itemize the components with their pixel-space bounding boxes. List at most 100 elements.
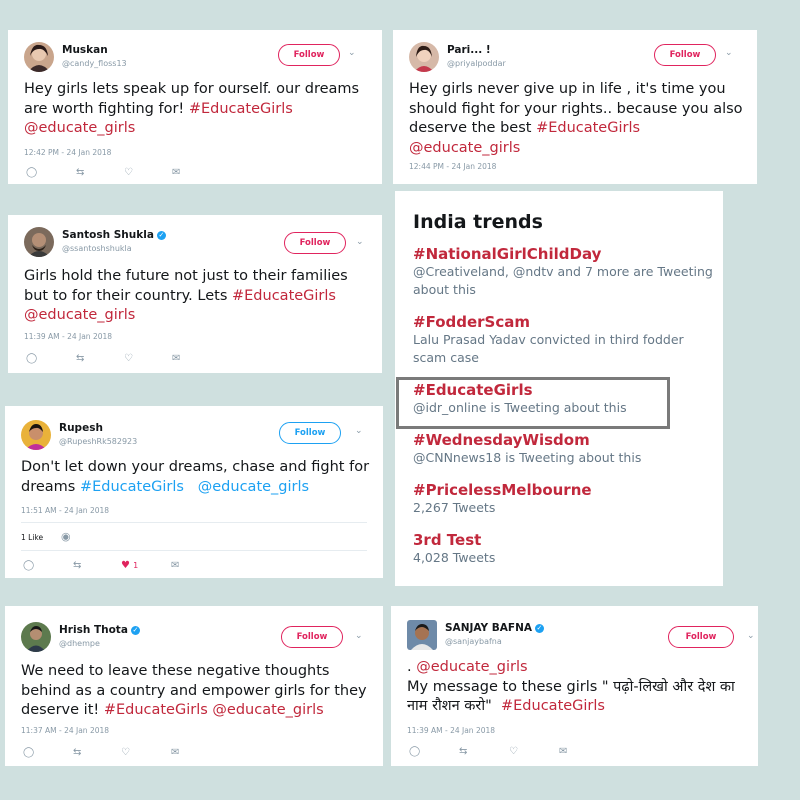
tweet-timestamp[interactable]: 11:37 AM - 24 Jan 2018 xyxy=(21,726,109,735)
avatar[interactable] xyxy=(24,42,54,72)
tweet-text: Girls hold the future not just to their … xyxy=(24,268,348,323)
mention-link[interactable]: @educate_girls xyxy=(409,140,520,156)
user-name[interactable]: Muskan xyxy=(62,44,108,56)
user-handle[interactable]: @priyalpoddar xyxy=(447,59,506,68)
tweet-header: Hrish Thota ✓ @dhempe Follow ⌄ xyxy=(21,622,371,654)
tweet-timestamp[interactable]: 11:51 AM - 24 Jan 2018 xyxy=(21,506,109,515)
hashtag-link[interactable]: #EducateGirls xyxy=(104,702,208,718)
like-icon[interactable]: ♡ xyxy=(509,746,518,757)
trend-context: 2,267 Tweets xyxy=(413,500,496,515)
trend-name[interactable]: #FodderScam xyxy=(413,313,713,331)
retweet-icon[interactable]: ⇆ xyxy=(459,746,467,757)
chevron-down-icon[interactable]: ⌄ xyxy=(725,48,735,58)
tweet-header: Pari... ! @priyalpoddar Follow ⌄ xyxy=(409,42,745,74)
mention-link[interactable]: @educate_girls xyxy=(198,479,309,495)
mention-link[interactable]: @educate_girls xyxy=(24,120,135,136)
tweet-actions: ◯ ⇆ ♡ ✉ xyxy=(409,746,609,758)
liker-avatar-icon[interactable]: ◉ xyxy=(61,530,71,543)
user-handle[interactable]: @RupeshRk582923 xyxy=(59,437,137,446)
tweet-text: We need to leave these negative thoughts… xyxy=(21,663,367,718)
chevron-down-icon[interactable]: ⌄ xyxy=(355,631,365,641)
user-handle[interactable]: @ssantoshshukla xyxy=(62,244,132,253)
follow-button[interactable]: Follow xyxy=(279,422,341,444)
hashtag-link[interactable]: #EducateGirls xyxy=(80,479,184,495)
trend-item[interactable]: #WednesdayWisdom @CNNnews18 is Tweeting … xyxy=(413,431,713,467)
trend-name[interactable]: #WednesdayWisdom xyxy=(413,431,713,449)
message-icon[interactable]: ✉ xyxy=(172,353,180,364)
reply-icon[interactable]: ◯ xyxy=(26,353,37,364)
like-icon[interactable]: ♡ xyxy=(124,167,133,178)
hashtag-link[interactable]: #EducateGirls xyxy=(501,698,605,714)
trend-name[interactable]: #NationalGirlChildDay xyxy=(413,245,713,263)
like-icon[interactable]: ♡ xyxy=(124,353,133,364)
hashtag-link[interactable]: #EducateGirls xyxy=(189,101,293,117)
message-icon[interactable]: ✉ xyxy=(172,167,180,178)
trend-item[interactable]: #PricelessMelbourne 2,267 Tweets xyxy=(413,481,713,517)
follow-button[interactable]: Follow xyxy=(668,626,734,648)
avatar[interactable] xyxy=(24,227,54,257)
reply-icon[interactable]: ◯ xyxy=(23,747,34,758)
tweet-text: . @educate_girls My message to these gir… xyxy=(407,659,735,714)
mention-link[interactable]: @educate_girls xyxy=(212,702,323,718)
divider xyxy=(21,550,367,551)
mention-link[interactable]: @educate_girls xyxy=(24,307,135,323)
tweet-header: Rupesh @RupeshRk582923 Follow ⌄ xyxy=(21,420,371,452)
follow-button[interactable]: Follow xyxy=(278,44,340,66)
tweet-text: Don't let down your dreams, chase and fi… xyxy=(21,459,370,495)
tweet-timestamp[interactable]: 12:44 PM - 24 Jan 2018 xyxy=(409,162,496,171)
like-icon[interactable]: ♥ 1 xyxy=(121,560,138,571)
tweet-text: Hey girls lets speak up for ourself. our… xyxy=(24,81,360,136)
user-name[interactable]: Santosh Shukla ✓ xyxy=(62,229,166,241)
reply-icon[interactable]: ◯ xyxy=(26,167,37,178)
follow-button[interactable]: Follow xyxy=(281,626,343,648)
likes-count[interactable]: 1 Like xyxy=(21,533,43,542)
verified-icon: ✓ xyxy=(130,626,140,635)
chevron-down-icon[interactable]: ⌄ xyxy=(356,237,366,247)
mention-link[interactable]: @educate_girls xyxy=(416,659,527,675)
tweet-card-pari: Pari... ! @priyalpoddar Follow ⌄ Hey gir… xyxy=(393,30,757,184)
hashtag-link[interactable]: #EducateGirls xyxy=(536,120,640,136)
user-handle[interactable]: @dhempe xyxy=(59,639,100,648)
retweet-icon[interactable]: ⇆ xyxy=(73,560,81,571)
user-name[interactable]: Pari... ! xyxy=(447,44,491,56)
trends-title: India trends xyxy=(413,211,543,233)
follow-button[interactable]: Follow xyxy=(284,232,346,254)
user-name[interactable]: SANJAY BAFNA ✓ xyxy=(445,622,544,634)
chevron-down-icon[interactable]: ⌄ xyxy=(747,631,757,641)
trend-name[interactable]: #PricelessMelbourne xyxy=(413,481,713,499)
reply-icon[interactable]: ◯ xyxy=(409,746,420,757)
chevron-down-icon[interactable]: ⌄ xyxy=(355,426,365,436)
like-icon[interactable]: ♡ xyxy=(121,747,130,758)
chevron-down-icon[interactable]: ⌄ xyxy=(348,48,358,58)
hashtag-link[interactable]: #EducateGirls xyxy=(232,288,336,304)
user-name[interactable]: Hrish Thota ✓ xyxy=(59,624,140,636)
trend-item[interactable]: #FodderScam Lalu Prasad Yadav convicted … xyxy=(413,313,713,367)
like-count: 1 xyxy=(133,561,139,570)
retweet-icon[interactable]: ⇆ xyxy=(76,353,84,364)
reply-icon[interactable]: ◯ xyxy=(23,560,34,571)
retweet-icon[interactable]: ⇆ xyxy=(73,747,81,758)
user-handle[interactable]: @sanjaybafna xyxy=(445,637,502,646)
avatar[interactable] xyxy=(409,42,439,72)
avatar[interactable] xyxy=(21,622,51,652)
highlight-box xyxy=(396,377,670,429)
user-name[interactable]: Rupesh xyxy=(59,422,103,434)
avatar[interactable] xyxy=(407,620,437,650)
tweet-timestamp[interactable]: 11:39 AM - 24 Jan 2018 xyxy=(24,332,112,341)
divider xyxy=(21,522,367,523)
retweet-icon[interactable]: ⇆ xyxy=(76,167,84,178)
trend-name[interactable]: 3rd Test xyxy=(413,531,713,549)
message-icon[interactable]: ✉ xyxy=(171,560,179,571)
tweet-timestamp[interactable]: 11:39 AM - 24 Jan 2018 xyxy=(407,726,495,735)
tweet-timestamp[interactable]: 12:42 PM - 24 Jan 2018 xyxy=(24,148,111,157)
tweet-card-hrish: Hrish Thota ✓ @dhempe Follow ⌄ We need to… xyxy=(5,606,383,766)
trend-item[interactable]: #NationalGirlChildDay @Creativeland, @nd… xyxy=(413,245,713,299)
follow-button[interactable]: Follow xyxy=(654,44,716,66)
trend-item[interactable]: 3rd Test 4,028 Tweets xyxy=(413,531,713,567)
user-handle[interactable]: @candy_floss13 xyxy=(62,59,127,68)
message-icon[interactable]: ✉ xyxy=(171,747,179,758)
message-icon[interactable]: ✉ xyxy=(559,746,567,757)
avatar[interactable] xyxy=(21,420,51,450)
tweet-header: SANJAY BAFNA ✓ @sanjaybafna Follow ⌄ xyxy=(407,620,755,652)
tweet-card-rupesh: Rupesh @RupeshRk582923 Follow ⌄ Don't le… xyxy=(5,406,383,578)
